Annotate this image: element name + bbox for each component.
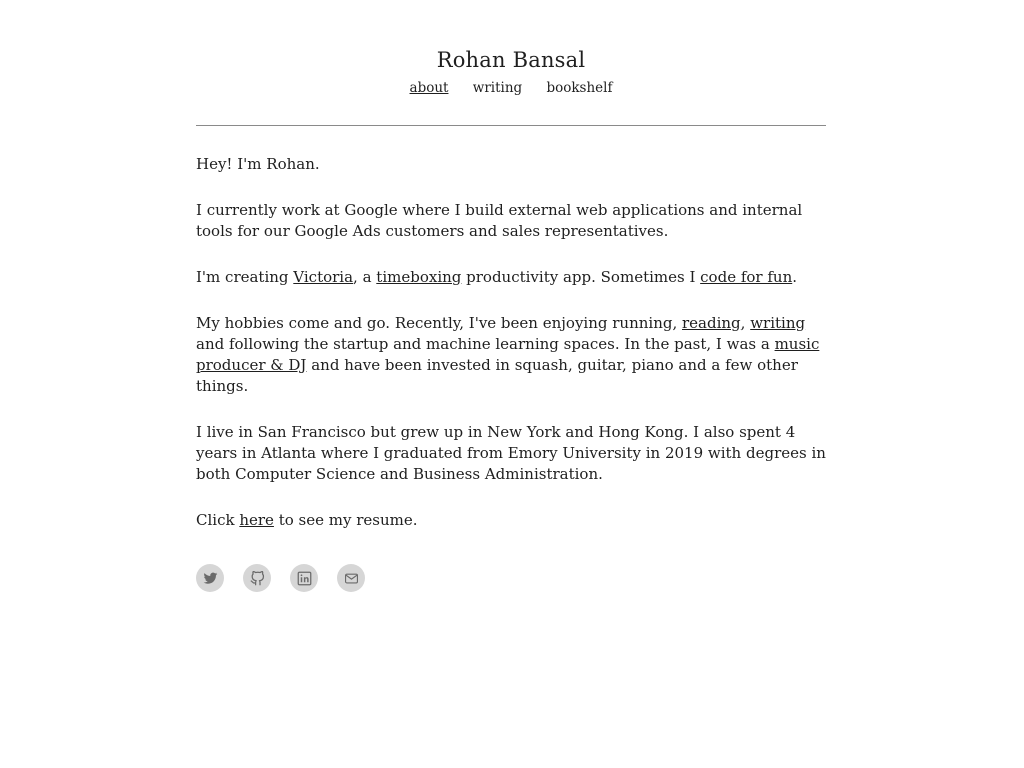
location-paragraph: I live in San Francisco but grew up in N… — [196, 423, 826, 483]
site-title: Rohan Bansal — [436, 48, 586, 72]
email-link[interactable] — [337, 564, 365, 592]
resume-link[interactable]: here — [239, 511, 274, 529]
code-for-fun-link[interactable]: code for fun — [700, 268, 792, 286]
timeboxing-link[interactable]: timeboxing — [376, 268, 461, 286]
projects-text-suffix: . — [792, 268, 798, 286]
email-icon — [344, 571, 359, 586]
linkedin-icon — [297, 571, 312, 586]
projects-paragraph: I'm creating Victoria, a timeboxing prod… — [196, 267, 826, 288]
nav-link-about[interactable]: about — [410, 80, 449, 96]
page-container: Rohan Bansal about writing bookshelf Hey… — [196, 0, 826, 592]
projects-text-mid1: , a — [353, 268, 377, 286]
twitter-icon — [203, 571, 218, 586]
greeting-paragraph: Hey! I'm Rohan. — [196, 155, 320, 173]
hobbies-text-prefix: My hobbies come and go. Recently, I've b… — [196, 314, 682, 332]
twitter-link[interactable] — [196, 564, 224, 592]
reading-link[interactable]: reading — [682, 314, 741, 332]
github-icon — [250, 570, 265, 586]
social-links — [196, 564, 826, 592]
projects-text-mid2: productivity app. Sometimes I — [461, 268, 701, 286]
hobbies-paragraph: My hobbies come and go. Recently, I've b… — [196, 313, 826, 397]
linkedin-link[interactable] — [290, 564, 318, 592]
about-content: Hey! I'm Rohan. I currently work at Goog… — [196, 126, 826, 592]
hobbies-text-mid2: and following the startup and machine le… — [196, 335, 775, 353]
projects-text-prefix: I'm creating — [196, 268, 294, 286]
victoria-link[interactable]: Victoria — [293, 268, 353, 286]
resume-paragraph: Click here to see my resume. — [196, 510, 826, 531]
site-header: Rohan Bansal about writing bookshelf — [196, 0, 826, 97]
resume-text-suffix: to see my resume. — [273, 511, 418, 529]
github-link[interactable] — [243, 564, 271, 592]
main-nav: about writing bookshelf — [196, 79, 826, 97]
nav-link-writing[interactable]: writing — [473, 80, 522, 96]
writing-link[interactable]: writing — [750, 314, 805, 332]
hobbies-text-mid1: , — [740, 314, 751, 332]
work-paragraph: I currently work at Google where I build… — [196, 201, 803, 240]
resume-text-prefix: Click — [196, 511, 240, 529]
nav-link-bookshelf[interactable]: bookshelf — [546, 80, 612, 96]
